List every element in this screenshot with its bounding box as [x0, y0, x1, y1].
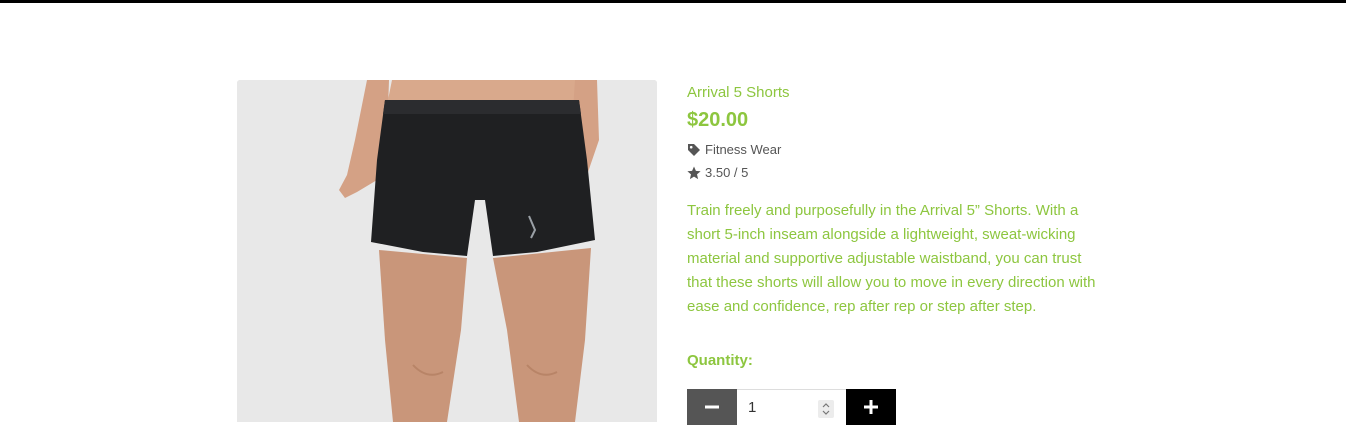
tag-icon [687, 143, 701, 157]
quantity-spinner[interactable] [818, 400, 834, 418]
increase-quantity-button[interactable] [846, 389, 896, 425]
quantity-label: Quantity: [687, 352, 753, 369]
product-category-label[interactable]: Fitness Wear [705, 140, 781, 160]
spinner-arrows-icon [822, 403, 830, 415]
decrease-quantity-button[interactable] [687, 389, 737, 425]
star-icon [687, 166, 701, 180]
minus-icon [705, 405, 719, 409]
top-border [0, 0, 1346, 3]
quantity-stepper [687, 389, 896, 425]
product-rating-value: 3.50 / 5 [705, 165, 749, 180]
quantity-input-wrapper [737, 389, 846, 424]
product-price: $20.00 [687, 109, 749, 131]
product-photo [237, 80, 657, 422]
product-description: Train freely and purposefully in the Arr… [687, 202, 1096, 315]
product-info: Arrival 5 Shorts $20.00 Fitness Wear 3.5… [687, 84, 1117, 371]
product-rating: 3.50 / 5 [687, 163, 1117, 183]
product-category: Fitness Wear [687, 140, 1117, 160]
plus-icon [864, 400, 878, 414]
product-image [237, 80, 657, 422]
product-title[interactable]: Arrival 5 Shorts [687, 84, 1117, 102]
